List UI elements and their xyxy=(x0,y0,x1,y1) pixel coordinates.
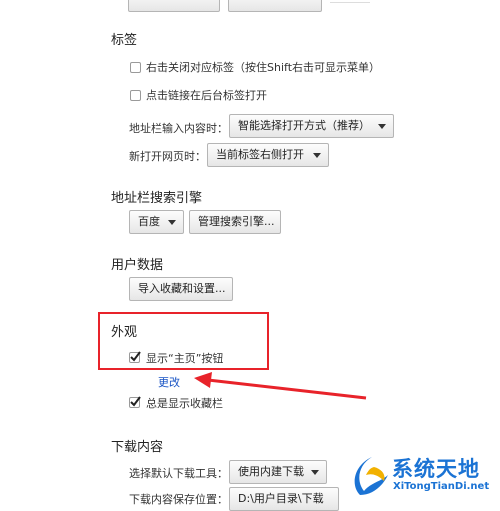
show-home-button-label: 显示“主页”按钮 xyxy=(146,352,224,365)
top-cutoff-text xyxy=(330,0,370,3)
new-page-select[interactable]: 当前标签右侧打开 xyxy=(207,143,329,167)
watermark-url: XiTongTianDi.net xyxy=(393,481,490,492)
watermark-logo-icon xyxy=(354,457,388,495)
always-show-bookmarks-label: 总是显示收藏栏 xyxy=(146,397,223,410)
import-bookmarks-button[interactable]: 导入收藏和设置... xyxy=(129,277,233,301)
right-click-close-label: 右击关闭对应标签（按住Shift右击可显示菜单） xyxy=(146,61,381,74)
userdata-section-title: 用户数据 xyxy=(111,258,164,273)
checkmark-icon xyxy=(130,396,141,407)
new-page-label: 新打开网页时： xyxy=(129,150,206,163)
watermark-title: 系统天地 xyxy=(392,457,480,481)
search-section-title: 地址栏搜索引擎 xyxy=(111,191,203,206)
show-home-button-checkbox[interactable] xyxy=(129,351,141,363)
downloads-section-title: 下载内容 xyxy=(111,440,164,455)
always-show-bookmarks-checkbox[interactable] xyxy=(129,396,141,408)
address-input-value: 智能选择打开方式（推荐） xyxy=(238,119,370,132)
address-input-label: 地址栏输入内容时： xyxy=(129,122,228,135)
download-tool-value: 使用内建下载 xyxy=(238,465,304,478)
tabs-section-title: 标签 xyxy=(111,33,138,48)
right-click-close-checkbox[interactable] xyxy=(130,62,141,73)
download-path-label: 下载内容保存位置： xyxy=(129,493,228,506)
search-engine-value: 百度 xyxy=(138,215,160,228)
address-input-select[interactable]: 智能选择打开方式（推荐） xyxy=(229,114,394,138)
change-homepage-link[interactable]: 更改 xyxy=(158,374,180,390)
search-engine-select[interactable]: 百度 xyxy=(129,210,184,234)
appearance-section-title: 外观 xyxy=(111,325,138,340)
top-cutoff-button-2[interactable] xyxy=(228,0,322,12)
background-open-checkbox[interactable] xyxy=(130,90,141,101)
background-open-label: 点击链接在后台标签打开 xyxy=(146,89,267,102)
manage-search-engines-button[interactable]: 管理搜索引擎... xyxy=(189,210,281,234)
chevron-down-icon xyxy=(168,220,176,225)
chevron-down-icon xyxy=(313,153,321,158)
watermark: 系统天地 XiTongTianDi.net xyxy=(352,451,500,499)
chevron-down-icon xyxy=(378,124,386,129)
download-path-field[interactable]: D:\用户目录\下载 xyxy=(229,487,339,511)
download-tool-select[interactable]: 使用内建下载 xyxy=(229,460,327,484)
chevron-down-icon xyxy=(311,470,319,475)
top-cutoff-button-1[interactable] xyxy=(128,0,220,12)
checkmark-icon xyxy=(130,351,141,362)
download-tool-label: 选择默认下载工具： xyxy=(129,467,228,480)
new-page-value: 当前标签右侧打开 xyxy=(216,148,304,161)
